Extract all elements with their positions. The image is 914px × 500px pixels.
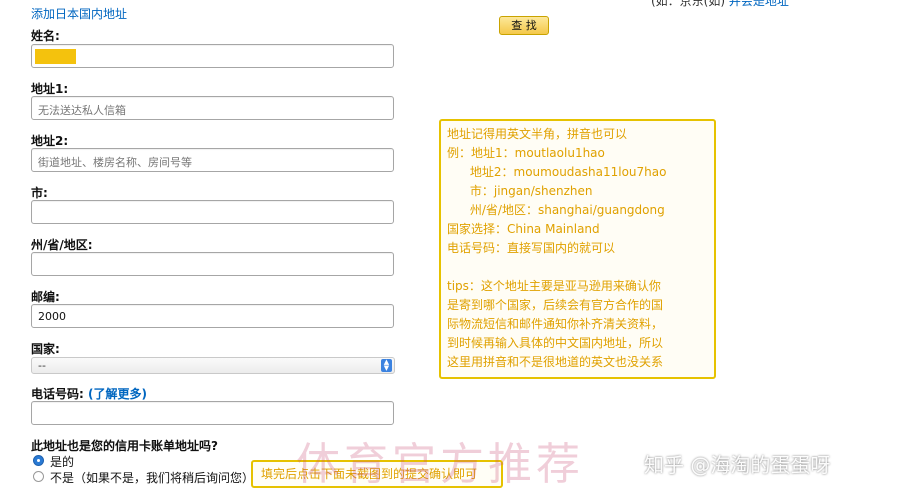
address1-placeholder: 无法送达私人信箱	[38, 104, 126, 117]
annotation-line: 州/省/地区：shanghai/guangdong	[447, 203, 665, 217]
annotation-line	[447, 258, 708, 277]
city-field[interactable]	[31, 200, 394, 224]
city-label: 市:	[31, 186, 48, 200]
add-japan-address-link[interactable]: 添加日本国内地址	[31, 5, 127, 22]
billing-no-label: 不是（如果不是，我们将稍后询问您）	[50, 471, 255, 485]
country-label: 国家:	[31, 342, 60, 356]
annotation-box: 地址记得用英文半角，拼音也可以 例：地址1：moutlaolu1hao 地址2：m…	[439, 119, 716, 379]
annotation-line: 际物流短信和邮件通知你补齐清关资料，	[447, 317, 664, 331]
address1-label: 地址1:	[31, 82, 69, 96]
right-hint-link[interactable]: 并会是地址	[729, 0, 789, 8]
postal-value: 2000	[38, 310, 66, 323]
name-field[interactable]	[31, 44, 394, 68]
find-button[interactable]: 查 找	[499, 16, 549, 35]
learn-more-link[interactable]: (了解更多)	[88, 387, 147, 401]
select-arrows-icon: ▲ ▼	[381, 359, 392, 372]
right-hint-prefix: (如：京东(如)	[651, 0, 726, 8]
annotation-line: tips：这个地址主要是亚马逊用来确认你	[447, 279, 661, 293]
annotation-line: 地址2：moumoudasha11lou7hao	[447, 165, 667, 179]
phone-label: 电话号码:	[31, 387, 84, 401]
billing-question: 此地址也是您的信用卡账单地址吗?	[31, 439, 218, 453]
annotation-line: 是寄到哪个国家，后续会有官方合作的国	[447, 298, 664, 312]
phone-field[interactable]	[31, 401, 394, 425]
country-selected: --	[38, 359, 46, 372]
address2-label: 地址2:	[31, 134, 69, 148]
zhihu-watermark: 知乎 @海淘的蛋蛋呀	[644, 453, 831, 477]
phone-label-row: 电话号码: (了解更多)	[31, 385, 147, 402]
state-field[interactable]	[31, 252, 394, 276]
billing-yes-radio[interactable]	[33, 455, 44, 466]
state-label: 州/省/地区:	[31, 238, 93, 252]
country-select[interactable]: -- ▲ ▼	[31, 357, 395, 374]
address2-placeholder: 街道地址、楼房名称、房间号等	[38, 156, 192, 169]
address1-field[interactable]: 无法送达私人信箱	[31, 96, 394, 120]
billing-no-radio[interactable]	[33, 471, 44, 482]
annotation-line: 到时候再输入具体的中文国内地址，所以	[447, 336, 664, 350]
annotation-line: 这里用拼音和不是很地道的英文也没关系	[447, 355, 664, 369]
watermark-text: 体育官方推荐	[296, 439, 584, 490]
annotation-line: 市：jingan/shenzhen	[447, 184, 593, 198]
right-hint: (如：京东(如) 并会是地址	[651, 0, 789, 9]
name-redaction	[35, 49, 76, 64]
annotation-line: 例：地址1：moutlaolu1hao	[447, 146, 605, 160]
annotation-line: 电话号码：直接写国内的就可以	[447, 241, 616, 255]
name-label: 姓名:	[31, 29, 60, 43]
address2-field[interactable]: 街道地址、楼房名称、房间号等	[31, 148, 394, 172]
billing-yes-label: 是的	[50, 455, 75, 469]
postal-field[interactable]: 2000	[31, 304, 394, 328]
annotation-line: 地址记得用英文半角，拼音也可以	[447, 127, 628, 141]
annotation-line: 国家选择：China Mainland	[447, 222, 600, 236]
postal-label: 邮编:	[31, 290, 60, 304]
